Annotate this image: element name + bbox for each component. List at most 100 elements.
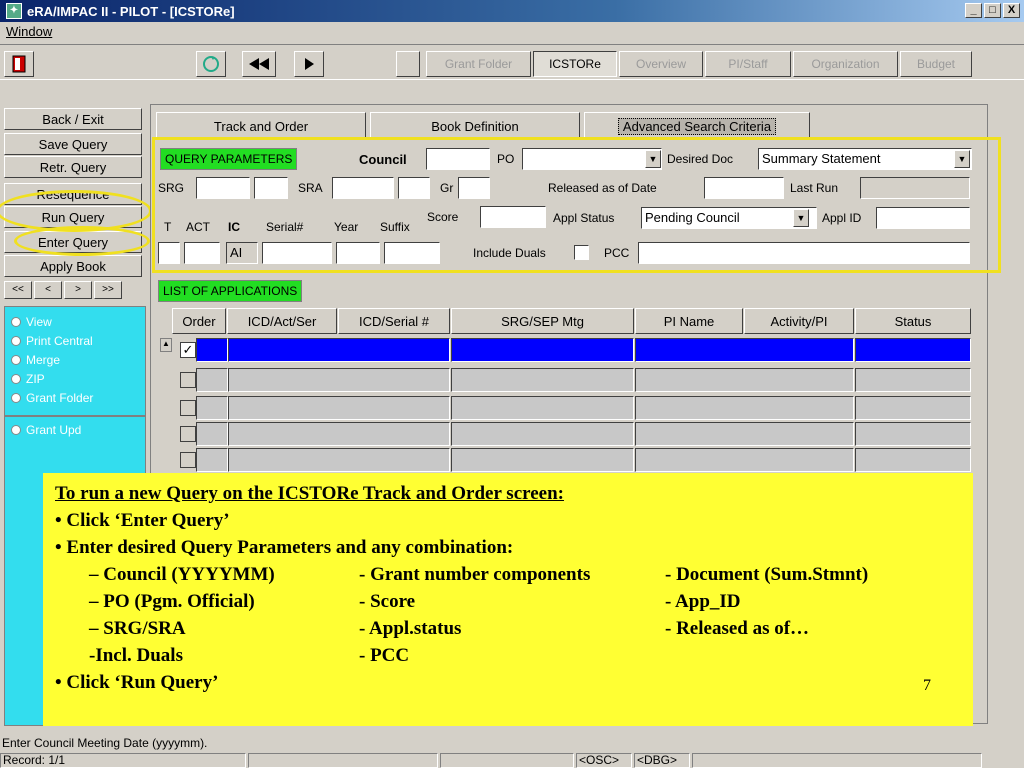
radio-grant-upd[interactable]: Grant Upd (11, 423, 81, 437)
nav-first-button[interactable]: << (4, 281, 32, 299)
table-cell[interactable] (451, 338, 634, 362)
sra-field-1[interactable] (332, 177, 394, 199)
score-field[interactable] (480, 206, 546, 228)
toolbar-grant-folder[interactable]: Grant Folder (426, 51, 531, 77)
table-cell[interactable] (855, 368, 971, 392)
srg-field-1[interactable] (196, 177, 250, 199)
table-cell[interactable] (855, 338, 971, 362)
table-cell[interactable] (451, 368, 634, 392)
released-date-field[interactable] (704, 177, 784, 199)
table-cell[interactable] (635, 338, 854, 362)
scroll-up-icon[interactable]: ▲ (160, 338, 172, 352)
type-field[interactable] (158, 242, 180, 264)
appl-id-label: Appl ID (822, 211, 862, 225)
play-icon[interactable] (294, 51, 324, 77)
po-label: PO (497, 152, 515, 166)
gr-label: Gr (440, 181, 454, 195)
tab-book-definition[interactable]: Book Definition (370, 112, 580, 140)
row-checkbox[interactable]: ✓ (180, 342, 196, 358)
serial-label: Serial# (266, 220, 304, 234)
po-dropdown-icon[interactable]: ▼ (645, 150, 661, 168)
refresh-icon[interactable] (196, 51, 226, 77)
table-cell[interactable] (855, 448, 971, 472)
callout-document: - Document (Sum.Stmnt) (665, 564, 869, 585)
radio-dot-icon (11, 393, 21, 403)
suffix-field[interactable] (384, 242, 440, 264)
nav-last-button[interactable]: >> (94, 281, 122, 299)
callout-step-1: • Click ‘Enter Query’ (55, 510, 230, 531)
record-indicator: Record: 1/1 (0, 753, 246, 768)
po-field[interactable] (522, 148, 662, 170)
table-cell[interactable] (451, 422, 634, 446)
nav-next-button[interactable]: > (64, 281, 92, 299)
include-duals-checkbox[interactable] (574, 245, 589, 260)
radio-grant-folder[interactable]: Grant Folder (11, 391, 93, 405)
ic-field[interactable]: AI (226, 242, 258, 264)
maximize-button[interactable]: □ (984, 3, 1001, 18)
save-query-button[interactable]: Save Query (4, 133, 142, 155)
serial-field[interactable] (262, 242, 332, 264)
exit-door-icon[interactable] (4, 51, 34, 77)
radio-merge[interactable]: Merge (11, 353, 60, 367)
council-field[interactable] (426, 148, 490, 170)
toolbar-organization[interactable]: Organization (793, 51, 898, 77)
menu-window[interactable]: Window (6, 24, 52, 39)
radio-print-central[interactable]: Print Central (11, 334, 93, 348)
table-cell[interactable] (228, 368, 450, 392)
minimize-button[interactable]: _ (965, 3, 982, 18)
table-cell[interactable] (228, 448, 450, 472)
toolbar-pi-staff[interactable]: PI/Staff (705, 51, 791, 77)
desired-doc-dropdown-icon[interactable]: ▼ (954, 150, 970, 168)
table-cell[interactable] (228, 338, 450, 362)
status-segment (248, 753, 438, 768)
sra-field-2[interactable] (398, 177, 430, 199)
toolbar-overview[interactable]: Overview (619, 51, 703, 77)
radio-view[interactable]: View (11, 315, 52, 329)
row-checkbox[interactable] (180, 372, 196, 388)
appl-status-dropdown-icon[interactable]: ▼ (793, 209, 809, 227)
blank-toolbar-button[interactable] (396, 51, 420, 77)
pcc-field[interactable] (638, 242, 970, 264)
rewind-icon[interactable] (242, 51, 276, 77)
back-exit-button[interactable]: Back / Exit (4, 108, 142, 130)
table-cell[interactable] (635, 368, 854, 392)
appl-id-field[interactable] (876, 207, 970, 229)
row-checkbox[interactable] (180, 452, 196, 468)
table-cell[interactable] (855, 396, 971, 420)
retr-query-button[interactable]: Retr. Query (4, 156, 142, 178)
table-cell[interactable] (196, 448, 228, 472)
table-cell[interactable] (196, 396, 228, 420)
table-cell[interactable] (228, 422, 450, 446)
table-cell[interactable] (635, 396, 854, 420)
radio-dot-icon (11, 374, 21, 384)
desired-doc-field[interactable]: Summary Statement (758, 148, 972, 170)
appl-status-field[interactable]: Pending Council (641, 207, 817, 229)
toolbar-budget[interactable]: Budget (900, 51, 972, 77)
table-cell[interactable] (635, 448, 854, 472)
table-cell[interactable] (196, 368, 228, 392)
table-cell[interactable] (451, 396, 634, 420)
toolbar-icstore[interactable]: ICSTORe (533, 51, 617, 77)
row-checkbox[interactable] (180, 400, 196, 416)
table-cell[interactable] (196, 422, 228, 446)
callout-incl-duals: -Incl. Duals (89, 645, 183, 666)
nav-prev-button[interactable]: < (34, 281, 62, 299)
srg-field-2[interactable] (254, 177, 288, 199)
close-button[interactable]: X (1003, 3, 1020, 18)
table-cell[interactable] (855, 422, 971, 446)
table-cell[interactable] (451, 448, 634, 472)
table-cell[interactable] (228, 396, 450, 420)
highlight-enter-query (14, 226, 150, 256)
table-cell[interactable] (635, 422, 854, 446)
radio-zip[interactable]: ZIP (11, 372, 45, 386)
act-label: ACT (186, 220, 210, 234)
callout-step-3: • Click ‘Run Query’ (55, 672, 219, 693)
tab-advanced-search[interactable]: Advanced Search Criteria (584, 112, 810, 140)
tab-track-and-order[interactable]: Track and Order (156, 112, 366, 140)
gr-field[interactable] (458, 177, 490, 199)
row-checkbox[interactable] (180, 426, 196, 442)
activity-field[interactable] (184, 242, 220, 264)
table-cell[interactable] (196, 338, 228, 362)
year-field[interactable] (336, 242, 380, 264)
apply-book-button[interactable]: Apply Book (4, 255, 142, 277)
